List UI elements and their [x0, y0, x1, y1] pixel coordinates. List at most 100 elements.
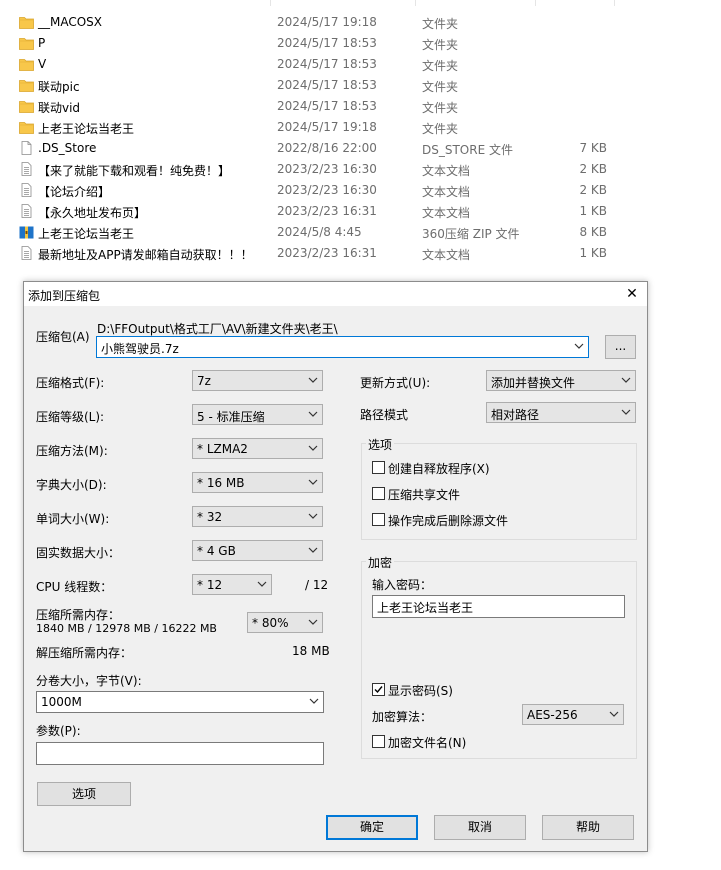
file-icon — [19, 141, 34, 155]
file-row[interactable]: 联动pic 2024/5/17 18:53 文件夹 — [0, 75, 721, 96]
file-row[interactable]: .DS_Store 2022/8/16 22:00 DS_STORE 文件 7 KB — [0, 138, 721, 159]
text-file-icon — [19, 246, 34, 260]
split-size-combo[interactable]: 1000M — [36, 691, 324, 713]
file-type: 文件夹 — [422, 122, 459, 136]
folder-icon — [19, 36, 34, 50]
file-row[interactable]: 【永久地址发布页】 2023/2/23 16:31 文本文档 1 KB — [0, 201, 721, 222]
file-date: 2023/2/23 16:30 — [277, 183, 377, 197]
word-size-value: * 32 — [197, 510, 223, 524]
parameters-label: 参数(P): — [36, 724, 81, 738]
parameters-input[interactable] — [36, 742, 324, 765]
format-label: 压缩格式(F): — [36, 376, 105, 390]
compress-shared-checkbox[interactable] — [372, 487, 385, 500]
file-type: 360压缩 ZIP 文件 — [422, 227, 520, 241]
file-date: 2023/2/23 16:31 — [277, 204, 377, 218]
file-row[interactable]: __MACOSX 2024/5/17 19:18 文件夹 — [0, 12, 721, 33]
threads-combo[interactable]: * 12 — [192, 574, 272, 595]
threads-label: CPU 线程数： — [36, 580, 113, 594]
file-date: 2024/5/8 4:45 — [277, 225, 362, 239]
solid-size-value: * 4 GB — [197, 544, 236, 558]
chevron-down-icon — [309, 698, 319, 704]
method-combo[interactable]: * LZMA2 — [192, 438, 323, 459]
dictionary-value: * 16 MB — [197, 476, 245, 490]
chevron-down-icon — [257, 581, 267, 587]
browse-button[interactable]: ... — [605, 335, 636, 359]
archive-name-combo[interactable]: 小熊驾驶员.7z — [96, 336, 589, 358]
options-group-title: 选项 — [366, 436, 395, 453]
show-password-label: 显示密码(S) — [388, 684, 453, 698]
delete-after-checkbox[interactable] — [372, 513, 385, 526]
text-file-icon — [19, 162, 34, 176]
encryption-method-combo[interactable]: AES-256 — [522, 704, 624, 725]
format-combo[interactable]: 7z — [192, 370, 323, 391]
file-name: .DS_Store — [38, 141, 97, 155]
word-size-combo[interactable]: * 32 — [192, 506, 323, 527]
file-size: 8 KB — [579, 225, 607, 239]
close-icon[interactable]: ✕ — [617, 282, 647, 306]
file-row[interactable]: P 2024/5/17 18:53 文件夹 — [0, 33, 721, 54]
file-date: 2024/5/17 18:53 — [277, 36, 377, 50]
options-button[interactable]: 选项 — [37, 782, 131, 806]
file-name: 【来了就能下载和观看！纯免费！】 — [38, 164, 231, 178]
memory-usage-combo[interactable]: * 80% — [247, 612, 323, 633]
threads-value: * 12 — [197, 578, 223, 592]
update-mode-combo[interactable]: 添加并替换文件 — [486, 370, 636, 391]
file-name: V — [38, 57, 47, 71]
cancel-button[interactable]: 取消 — [434, 815, 526, 840]
file-type: DS_STORE 文件 — [422, 143, 513, 157]
threads-total: / 12 — [305, 578, 329, 592]
file-row[interactable]: 上老王论坛当老王 2024/5/8 4:45 360压缩 ZIP 文件 8 KB — [0, 222, 721, 243]
file-name: 联动vid — [38, 101, 81, 115]
chevron-down-icon — [621, 377, 631, 383]
file-date: 2023/2/23 16:31 — [277, 246, 377, 260]
level-value: 5 - 标准压缩 — [197, 410, 265, 424]
chevron-down-icon — [609, 711, 619, 717]
level-combo[interactable]: 5 - 标准压缩 — [192, 404, 323, 425]
file-type: 文件夹 — [422, 80, 459, 94]
file-type: 文本文档 — [422, 248, 471, 262]
zip-archive-icon — [19, 225, 34, 239]
file-name: P — [38, 36, 46, 50]
file-type: 文本文档 — [422, 164, 471, 178]
folder-icon — [19, 15, 34, 29]
column-divider[interactable] — [535, 0, 536, 6]
file-row[interactable]: 【来了就能下载和观看！纯免费！】 2023/2/23 16:30 文本文档 2 KB — [0, 159, 721, 180]
solid-size-combo[interactable]: * 4 GB — [192, 540, 323, 561]
dictionary-combo[interactable]: * 16 MB — [192, 472, 323, 493]
file-size: 1 KB — [579, 246, 607, 260]
level-label: 压缩等级(L): — [36, 410, 105, 424]
sfx-checkbox[interactable] — [372, 461, 385, 474]
file-row[interactable]: 最新地址及APP请发邮箱自动获取！！！ 2023/2/23 16:31 文本文档 1 … — [0, 243, 721, 264]
path-mode-combo[interactable]: 相对路径 — [486, 402, 636, 423]
solid-size-label: 固实数据大小： — [36, 546, 121, 560]
folder-icon — [19, 120, 34, 134]
column-divider[interactable] — [415, 0, 416, 6]
title-bar[interactable]: 添加到压缩包 ✕ — [24, 282, 647, 306]
file-name: 上老王论坛当老王 — [38, 122, 135, 136]
file-row[interactable]: 联动vid 2024/5/17 18:53 文件夹 — [0, 96, 721, 117]
file-date: 2024/5/17 18:53 — [277, 57, 377, 71]
chevron-down-icon — [308, 377, 318, 383]
file-type: 文件夹 — [422, 17, 459, 31]
file-type: 文件夹 — [422, 59, 459, 73]
encrypt-filenames-checkbox[interactable] — [372, 735, 385, 748]
file-type: 文本文档 — [422, 185, 471, 199]
file-date: 2024/5/17 18:53 — [277, 99, 377, 113]
update-mode-value: 添加并替换文件 — [491, 376, 576, 390]
column-divider[interactable] — [614, 0, 615, 6]
file-row[interactable]: V 2024/5/17 18:53 文件夹 — [0, 54, 721, 75]
decompress-memory-value: 18 MB — [292, 644, 330, 658]
show-password-checkbox[interactable] — [372, 683, 385, 696]
help-button[interactable]: 帮助 — [542, 815, 634, 840]
text-file-icon — [19, 204, 34, 218]
file-row[interactable]: 【论坛介绍】 2023/2/23 16:30 文本文档 2 KB — [0, 180, 721, 201]
checkmark-icon — [374, 686, 383, 694]
file-row[interactable]: 上老王论坛当老王 2024/5/17 19:18 文件夹 — [0, 117, 721, 138]
file-size: 7 KB — [579, 141, 607, 155]
password-label: 输入密码： — [372, 578, 433, 592]
file-type: 文本文档 — [422, 206, 471, 220]
password-input[interactable]: 上老王论坛当老王 — [372, 595, 625, 618]
ok-button[interactable]: 确定 — [326, 815, 418, 840]
chevron-down-icon — [308, 619, 318, 625]
column-divider[interactable] — [270, 0, 271, 6]
